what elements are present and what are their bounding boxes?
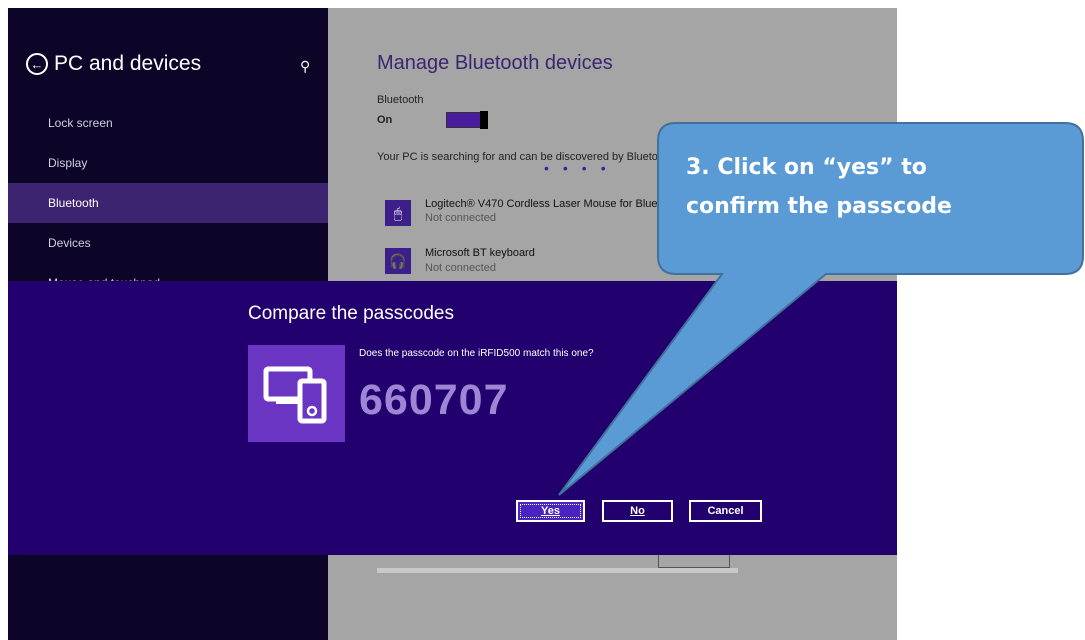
callout-line-1: 3. Click on “yes” to xyxy=(686,155,927,180)
callout-text: 3. Click on “yes” to confirm the passcod… xyxy=(686,148,1066,226)
callout-line-2: confirm the passcode xyxy=(686,194,952,219)
instruction-callout xyxy=(558,122,1084,496)
